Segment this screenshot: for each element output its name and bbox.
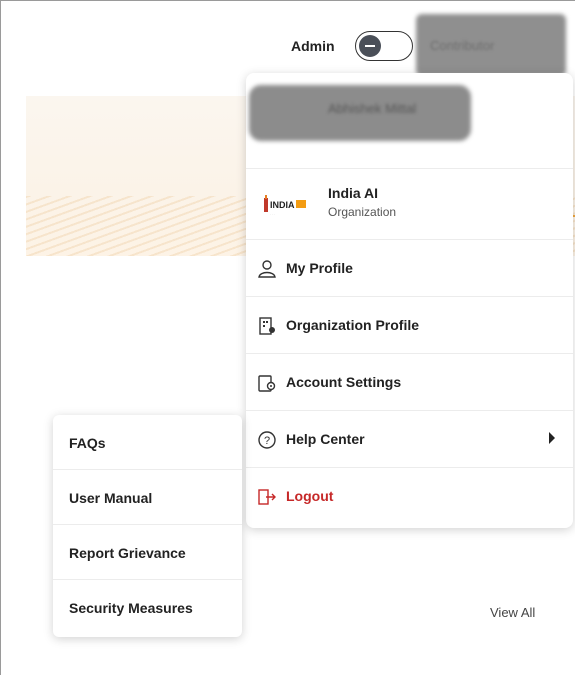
india-ai-logo-icon: INDIA · · · xyxy=(264,195,306,216)
organization-row[interactable]: INDIA · · · India AI Organization xyxy=(246,168,573,240)
user-icon xyxy=(258,260,276,278)
menu-item-organization-profile[interactable]: Organization Profile xyxy=(246,297,573,354)
submenu-item-label: Security Measures xyxy=(69,600,193,616)
view-all-link[interactable]: View All xyxy=(490,605,535,620)
chevron-right-icon xyxy=(549,432,555,444)
settings-icon xyxy=(258,375,276,392)
submenu-item-security-measures[interactable]: Security Measures xyxy=(53,580,242,635)
contributor-label: Contributor xyxy=(430,38,495,53)
submenu-item-user-manual[interactable]: User Manual xyxy=(53,470,242,525)
menu-item-label: Account Settings xyxy=(286,374,402,390)
submenu-item-report-grievance[interactable]: Report Grievance xyxy=(53,525,242,580)
organization-name: India AI xyxy=(328,185,379,201)
menu-item-label: Help Center xyxy=(286,431,365,447)
account-dropdown-menu: Abhishek Mittal INDIA · · · India AI Org… xyxy=(246,73,573,528)
menu-item-logout[interactable]: Logout xyxy=(246,468,573,525)
menu-item-help-center[interactable]: ? Help Center xyxy=(246,411,573,468)
menu-item-label: Organization Profile xyxy=(286,317,420,333)
toggle-knob-icon xyxy=(359,35,381,57)
menu-item-label: Logout xyxy=(286,488,334,504)
submenu-item-faqs[interactable]: FAQs xyxy=(53,415,242,470)
user-name-redacted: Abhishek Mittal xyxy=(328,101,417,116)
organization-type: Organization xyxy=(328,205,397,219)
role-label-admin: Admin xyxy=(291,38,335,54)
menu-item-label: My Profile xyxy=(286,260,353,276)
menu-item-account-settings[interactable]: Account Settings xyxy=(246,354,573,411)
help-center-submenu: FAQs User Manual Report Grievance Securi… xyxy=(53,415,242,637)
svg-text:· · ·: · · · xyxy=(270,212,275,216)
logout-icon xyxy=(258,489,276,505)
submenu-item-label: User Manual xyxy=(69,490,153,506)
menu-item-my-profile[interactable]: My Profile xyxy=(246,240,573,297)
svg-text:INDIA: INDIA xyxy=(270,200,295,210)
role-toggle[interactable] xyxy=(355,31,413,61)
help-icon: ? xyxy=(258,431,276,449)
organization-icon xyxy=(259,317,275,335)
submenu-item-label: FAQs xyxy=(69,435,106,451)
submenu-item-label: Report Grievance xyxy=(69,545,186,561)
svg-text:?: ? xyxy=(264,435,270,447)
